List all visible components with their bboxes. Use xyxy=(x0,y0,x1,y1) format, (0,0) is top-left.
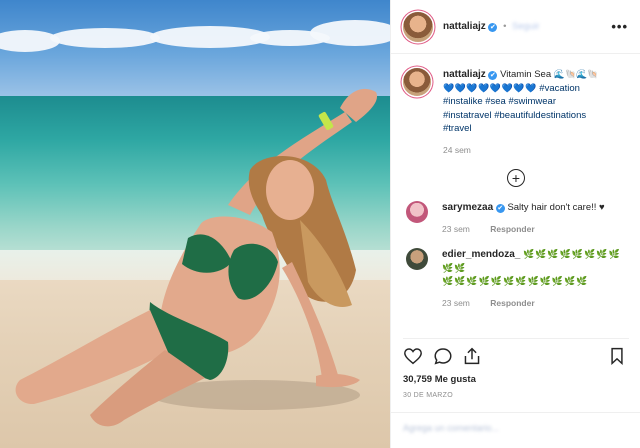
comment-icon[interactable] xyxy=(433,347,453,365)
likes-count[interactable]: 30,759 Me gusta xyxy=(403,374,476,385)
verified-badge-icon: ✔ xyxy=(488,23,498,32)
verified-badge-icon: ✔ xyxy=(488,71,498,80)
post-photo[interactable] xyxy=(0,0,390,448)
follow-button[interactable]: Seguir xyxy=(512,21,539,32)
verified-badge-icon: ✔ xyxy=(495,204,505,213)
post-header: nattaliajz ✔ • Seguir ••• xyxy=(391,0,640,54)
header-user: nattaliajz ✔ • Seguir xyxy=(443,21,540,32)
reply-button[interactable]: Responder xyxy=(490,298,534,308)
comment-meta: 23 sem Responder xyxy=(442,223,605,237)
comment-avatar[interactable] xyxy=(406,201,428,223)
hashtag-link[interactable]: #instalike #sea #swimwear xyxy=(443,96,556,107)
hashtag-link[interactable]: #travel xyxy=(443,123,472,134)
caption-text: nattaliajz ✔ Vitamin Sea 🌊🐚🌊🐚 💙💙💙💙💙💙💙💙 #… xyxy=(443,68,599,157)
caption: nattaliajz ✔ Vitamin Sea 🌊🐚🌊🐚 💙💙💙💙💙💙💙💙 #… xyxy=(403,68,629,157)
comment-time[interactable]: 23 sem xyxy=(442,298,470,308)
hashtag-link[interactable]: #instatravel #beautifuldestinations xyxy=(443,110,586,121)
avatar[interactable] xyxy=(403,11,433,42)
caption-body: Vitamin Sea xyxy=(500,69,552,80)
bookmark-icon[interactable] xyxy=(609,347,625,365)
comment-text: edier_mendoza_ 🌿🌿🌿🌿🌿🌿🌿🌿🌿🌿 🌿🌿🌿🌿🌿🌿🌿🌿🌿🌿🌿🌿 2… xyxy=(442,248,629,310)
caption-time[interactable]: 24 sem xyxy=(443,144,599,158)
add-comment-placeholder: Agrega un comentario... xyxy=(403,423,500,433)
post-sidebar: nattaliajz ✔ • Seguir ••• nattaliajz ✔ V… xyxy=(390,0,640,448)
comment: edier_mendoza_ 🌿🌿🌿🌿🌿🌿🌿🌿🌿🌿 🌿🌿🌿🌿🌿🌿🌿🌿🌿🌿🌿🌿 2… xyxy=(403,248,629,310)
reply-button[interactable]: Responder xyxy=(490,224,534,234)
heart-icon[interactable] xyxy=(403,347,423,365)
add-comment-field[interactable]: Agrega un comentario... xyxy=(391,412,640,448)
likes-label: Me gusta xyxy=(434,374,476,385)
likes-number: 30,759 xyxy=(403,374,433,385)
heart-emojis: 💙💙💙💙💙💙💙💙 xyxy=(443,82,537,93)
woman-figure xyxy=(15,88,378,427)
caption-username[interactable]: nattaliajz xyxy=(443,69,486,80)
more-options-icon[interactable]: ••• xyxy=(611,19,628,34)
comment-avatar[interactable] xyxy=(406,248,428,270)
header-username[interactable]: nattaliajz xyxy=(443,21,486,32)
hashtag-link[interactable]: #vacation xyxy=(539,83,580,94)
comments-section: nattaliajz ✔ Vitamin Sea 🌊🐚🌊🐚 💙💙💙💙💙💙💙💙 #… xyxy=(391,54,640,330)
comment-username[interactable]: edier_mendoza_ xyxy=(442,249,520,260)
action-bar xyxy=(403,338,629,372)
post-date: 30 DE MARZO xyxy=(403,392,453,399)
wave-emojis: 🌊🐚🌊🐚 xyxy=(553,69,599,79)
separator-dot: • xyxy=(503,21,507,32)
comment-body: 🌿🌿🌿🌿🌿🌿🌿🌿🌿🌿🌿🌿 xyxy=(442,276,589,286)
comment-body: Salty hair don't care!! ♥ xyxy=(507,202,605,213)
caption-avatar[interactable] xyxy=(403,68,431,96)
load-more-comments-icon[interactable]: + xyxy=(507,169,525,187)
share-icon[interactable] xyxy=(462,347,482,365)
comment-meta: 23 sem Responder xyxy=(442,297,629,311)
comment-time[interactable]: 23 sem xyxy=(442,224,470,234)
comment-username[interactable]: sarymezaa xyxy=(442,202,493,213)
comment-text: sarymezaa ✔ Salty hair don't care!! ♥ 23… xyxy=(442,201,605,236)
comment: sarymezaa ✔ Salty hair don't care!! ♥ 23… xyxy=(403,201,629,236)
